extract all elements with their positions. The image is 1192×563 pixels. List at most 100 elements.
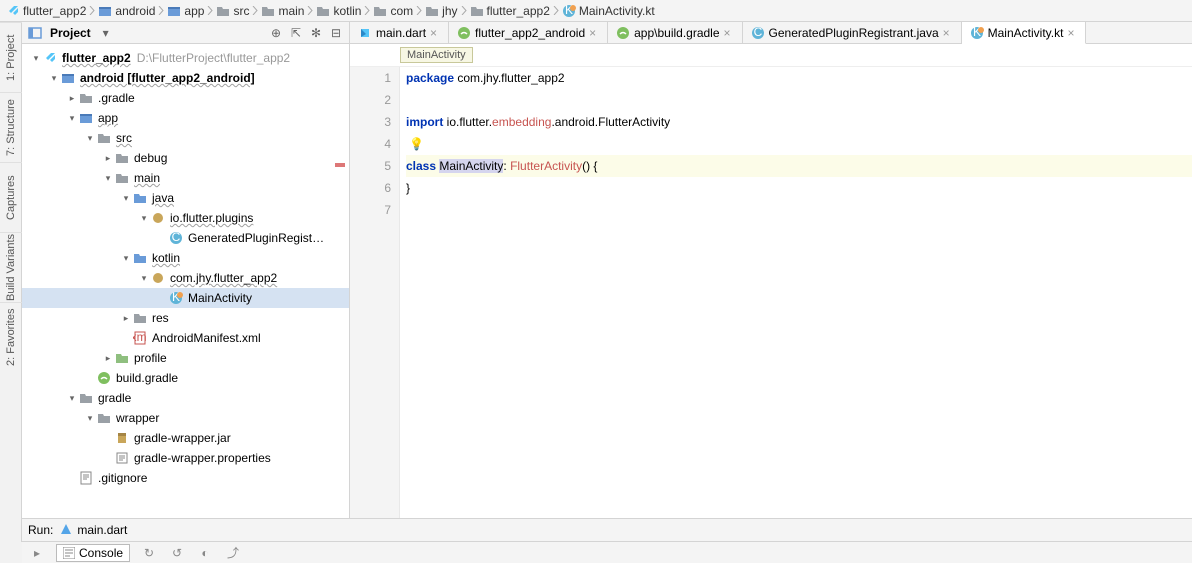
tree-node[interactable]: ▸profile — [22, 348, 349, 368]
tool-window-button[interactable]: Build Variants — [0, 232, 22, 302]
tree-arrow[interactable]: ▾ — [66, 113, 78, 124]
close-icon[interactable]: × — [430, 26, 440, 40]
tree-arrow[interactable]: ▸ — [102, 353, 114, 364]
stop-icon[interactable]: ◐ — [196, 544, 214, 562]
tool-window-button[interactable]: Captures — [0, 162, 22, 232]
breadcrumb-item[interactable]: flutter_app2 — [4, 1, 88, 21]
close-icon[interactable]: × — [1067, 26, 1077, 40]
tree-node[interactable]: build.gradle — [22, 368, 349, 388]
tree-arrow[interactable]: ▾ — [30, 53, 42, 64]
code-line[interactable]: 💡 — [406, 133, 1192, 155]
tree-node[interactable]: ▾com.jhy.flutter_app2 — [22, 268, 349, 288]
tree-node[interactable]: ▾android [flutter_app2_android] — [22, 68, 349, 88]
hide-icon[interactable]: ⊟ — [327, 24, 345, 42]
code-line[interactable]: class MainActivity: FlutterActivity() { — [406, 155, 1192, 177]
tree-arrow[interactable]: ▾ — [138, 273, 150, 284]
breadcrumb-item[interactable]: main — [259, 1, 306, 21]
chevron-down-icon[interactable]: ▾ — [97, 24, 115, 42]
code-line[interactable] — [406, 199, 1192, 221]
tree-node[interactable]: ▾app — [22, 108, 349, 128]
tool-window-button[interactable]: 2: Favorites — [0, 302, 22, 372]
code-editor[interactable]: 1234567 package com.jhy.flutter_app2impo… — [350, 67, 1192, 518]
prop-icon — [114, 450, 130, 466]
close-icon[interactable]: × — [724, 26, 734, 40]
breadcrumb-item[interactable]: src — [214, 1, 251, 21]
attach-icon[interactable]: ⤴ — [224, 544, 242, 562]
tree-arrow[interactable]: ▾ — [84, 133, 96, 144]
tree-node[interactable]: CGeneratedPluginRegist… — [22, 228, 349, 248]
console-tab[interactable]: Console — [56, 544, 130, 562]
code-line[interactable]: } — [406, 177, 1192, 199]
tree-arrow[interactable]: ▾ — [138, 213, 150, 224]
run-config[interactable]: main.dart — [59, 523, 127, 537]
editor-crumb-chip[interactable]: MainActivity — [400, 47, 473, 63]
folder-d-icon — [373, 4, 387, 18]
editor-area: main.dart×flutter_app2_android×app\build… — [350, 22, 1192, 518]
breadcrumb-label: kotlin — [333, 4, 361, 18]
code-line[interactable]: package com.jhy.flutter_app2 — [406, 67, 1192, 89]
tree-node[interactable]: ▾gradle — [22, 388, 349, 408]
tree-node[interactable]: ▾src — [22, 128, 349, 148]
tree-node[interactable]: .gitignore — [22, 468, 349, 488]
rerun-failed-icon[interactable]: ↺ — [168, 544, 186, 562]
breadcrumb-label: com — [390, 4, 413, 18]
project-view-icon[interactable] — [26, 24, 44, 42]
tree-node[interactable]: ▸.gradle — [22, 88, 349, 108]
code-line[interactable] — [406, 89, 1192, 111]
breadcrumb-item[interactable]: flutter_app2 — [468, 1, 552, 21]
tree-arrow[interactable]: ▸ — [120, 313, 132, 324]
tool-window-button[interactable]: 1: Project — [0, 22, 22, 92]
tree-arrow[interactable]: ▾ — [48, 73, 60, 84]
tool-window-button[interactable]: 7: Structure — [0, 92, 22, 162]
tree-arrow[interactable]: ▸ — [102, 153, 114, 164]
tree-arrow[interactable]: ▾ — [120, 253, 132, 264]
tree-node[interactable]: ▾kotlin — [22, 248, 349, 268]
gear-icon[interactable]: ✻ — [307, 24, 325, 42]
tree-arrow[interactable]: ▾ — [102, 173, 114, 184]
tree-node[interactable]: ▾flutter_app2D:\FlutterProject\flutter_a… — [22, 48, 349, 68]
svg-text:C: C — [172, 231, 181, 244]
editor-tab[interactable]: app\build.gradle× — [608, 22, 742, 43]
rerun-icon[interactable]: ↻ — [140, 544, 158, 562]
tree-node[interactable]: gradle-wrapper.properties — [22, 448, 349, 468]
expand-icon[interactable]: ▸ — [28, 544, 46, 562]
breadcrumb-item[interactable]: com — [371, 1, 415, 21]
tree-arrow[interactable]: ▾ — [66, 393, 78, 404]
tree-node[interactable]: gradle-wrapper.jar — [22, 428, 349, 448]
tree-node[interactable]: xmlAndroidManifest.xml — [22, 328, 349, 348]
flutter-icon — [42, 50, 58, 66]
breadcrumb-sep — [363, 1, 371, 21]
breadcrumb-label: app — [184, 4, 204, 18]
breadcrumb-item[interactable]: app — [165, 1, 206, 21]
breadcrumb-item[interactable]: KMainActivity.kt — [560, 1, 657, 21]
tree-arrow[interactable]: ▾ — [120, 193, 132, 204]
folder-d-icon — [425, 4, 439, 18]
editor-tab[interactable]: flutter_app2_android× — [449, 22, 608, 43]
collapse-icon[interactable]: ⇱ — [287, 24, 305, 42]
tree-node[interactable]: KMainActivity — [22, 288, 349, 308]
close-icon[interactable]: × — [589, 26, 599, 40]
editor-tab[interactable]: KMainActivity.kt× — [962, 22, 1087, 44]
tree-node[interactable]: ▾java — [22, 188, 349, 208]
tree-node[interactable]: ▸debug — [22, 148, 349, 168]
close-icon[interactable]: × — [943, 26, 953, 40]
tree-node[interactable]: ▾wrapper — [22, 408, 349, 428]
tree-node[interactable]: ▾main — [22, 168, 349, 188]
tree-node[interactable]: ▾io.flutter.plugins — [22, 208, 349, 228]
gutter-line: 3 — [350, 111, 391, 133]
tree-arrow[interactable]: ▸ — [66, 93, 78, 104]
editor-content[interactable]: package com.jhy.flutter_app2import io.fl… — [400, 67, 1192, 518]
breadcrumb-item[interactable]: kotlin — [314, 1, 363, 21]
tree-node[interactable]: ▸res — [22, 308, 349, 328]
editor-tab[interactable]: main.dart× — [350, 22, 449, 43]
breadcrumb-item[interactable]: jhy — [423, 1, 459, 21]
folder-d-icon — [132, 310, 148, 326]
breadcrumb-item[interactable]: android — [96, 1, 157, 21]
breadcrumb-bar: flutter_app2 android appsrcmain kotlin comjh… — [0, 0, 1192, 22]
tree-arrow[interactable]: ▾ — [84, 413, 96, 424]
editor-tab[interactable]: CGeneratedPluginRegistrant.java× — [743, 22, 962, 43]
project-tree[interactable]: ▾flutter_app2D:\FlutterProject\flutter_a… — [22, 44, 349, 492]
run-tool-window-header[interactable]: Run: main.dart — [22, 518, 1192, 541]
locate-icon[interactable]: ⊕ — [267, 24, 285, 42]
code-line[interactable]: import io.flutter.embedding.android.Flut… — [406, 111, 1192, 133]
